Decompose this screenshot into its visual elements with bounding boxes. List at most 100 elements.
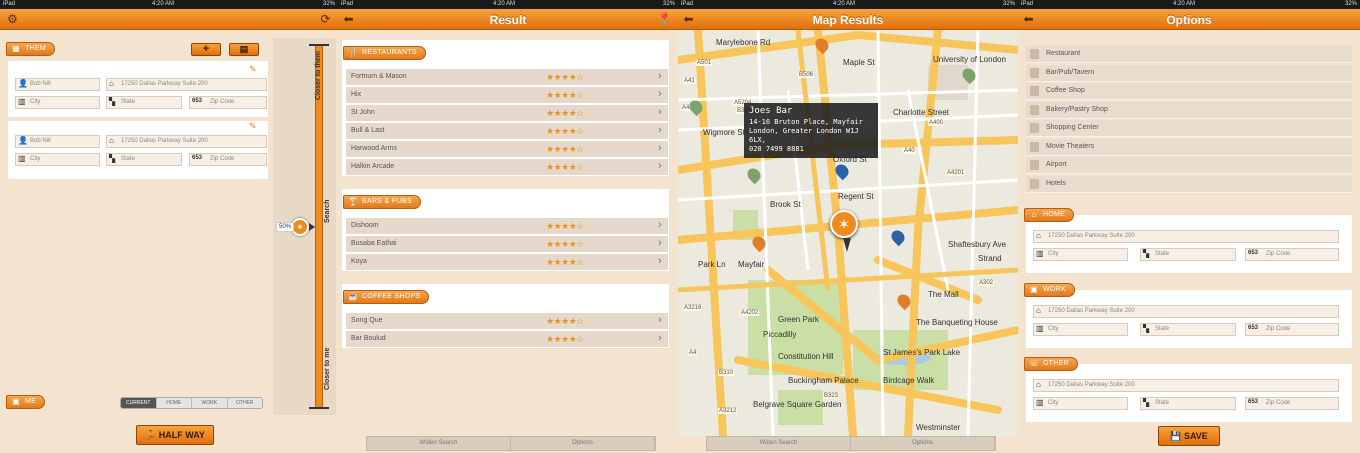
status-bar: iPad 4:20 AM 32% <box>678 0 1018 9</box>
carrier-label: iPad <box>1021 1 1034 7</box>
result-name: Harwood Arms <box>351 145 397 152</box>
category-row[interactable]: Bar/Pub/Tavern <box>1026 64 1352 82</box>
map-view[interactable]: Marylebone Rd A41 A501 A5204 B506 Maple St Uni… <box>678 30 1018 436</box>
address-card <box>1026 215 1352 273</box>
map-label: Mayfair <box>738 260 765 269</box>
category-row[interactable]: Restaurant <box>1026 46 1352 63</box>
zip-field[interactable]: 653 Zip Code <box>1245 397 1339 410</box>
category-label: Bakery/Pastry Shop <box>1046 105 1108 113</box>
address-field[interactable]: ⌂ 17250 Dallas Parkway Suite 200 <box>1033 305 1339 318</box>
state-field[interactable]: ▚ State <box>1140 397 1236 410</box>
result-row[interactable]: Halkin Arcade ★★★★☆ › <box>346 159 668 176</box>
gear-icon[interactable]: ⚙ <box>5 12 20 27</box>
result-row[interactable]: Hix ★★★★☆ › <box>346 87 668 104</box>
refresh-icon[interactable]: ⟳ <box>318 12 333 27</box>
map-label: A501 <box>696 60 713 66</box>
closer-to-them-label: Closer to them <box>315 50 322 100</box>
city-field[interactable]: ▥ City <box>1033 397 1128 410</box>
chevron-right-icon: › <box>658 219 662 231</box>
group-tag: ▣ WORK <box>1024 283 1075 297</box>
category-icon <box>1030 160 1039 170</box>
result-name: Bar Boulud <box>351 335 386 342</box>
address-field[interactable]: ⌂ 17250 Dallas Parkway Suite 200 <box>106 78 267 91</box>
midpoint-marker-icon[interactable]: ✶ <box>830 210 858 238</box>
zip-field[interactable]: 653 Zip Code <box>1245 323 1339 336</box>
battery-label: 32% <box>1002 1 1015 7</box>
options-button[interactable]: Options <box>511 437 655 450</box>
result-row[interactable]: Harwood Arms ★★★★☆ › <box>346 141 668 158</box>
address-field[interactable]: ⌂ 17250 Dallas Parkway Suite 200 <box>1033 230 1339 243</box>
save-button[interactable]: 💾 SAVE <box>1158 426 1220 446</box>
state-field[interactable]: ▚ State <box>106 96 182 109</box>
category-row[interactable]: Movie Theaters <box>1026 138 1352 156</box>
slider-panel: Closer to them Search Closer to me ✶ 50% <box>273 38 336 415</box>
map-popup[interactable]: Joes Bar 14-16 Bruton Place, Mayfair Lon… <box>744 103 878 158</box>
list-button[interactable]: ▤ <box>229 43 259 56</box>
category-row[interactable]: Bakery/Pastry Shop <box>1026 101 1352 119</box>
segment-other[interactable]: OTHER <box>226 398 262 408</box>
map-label: Marylebone Rd <box>716 38 771 47</box>
segment-home[interactable]: HOME <box>155 398 191 408</box>
map-label: B310 <box>718 370 735 376</box>
map-pin-icon[interactable]: 📍 <box>657 12 672 27</box>
category-row[interactable]: Airport <box>1026 157 1352 174</box>
category-row[interactable]: Hotels <box>1026 175 1352 193</box>
result-row[interactable]: Dishoom ★★★★☆ › <box>346 218 668 235</box>
group-icon: ▣ <box>1030 285 1038 294</box>
address-field[interactable]: ⌂ 17250 Dallas Parkway Suite 200 <box>106 135 267 148</box>
slider-bottom-cap <box>309 407 329 409</box>
category-row[interactable]: Coffee Shop <box>1026 83 1352 100</box>
runner-icon: 🏃 <box>145 430 159 440</box>
add-button[interactable]: + <box>191 43 221 56</box>
widen-search-button[interactable]: Widen Search <box>707 437 851 450</box>
city-field[interactable]: ▥ City <box>1033 323 1128 336</box>
me-label: ME <box>25 398 37 405</box>
edit-icon[interactable]: ✎ <box>249 64 257 75</box>
star-rating: ★★★★☆ <box>546 90 584 100</box>
slider-top-cap <box>309 44 329 46</box>
nav-bar: ⬅ Map Results <box>678 9 1018 30</box>
result-name: Koya <box>351 258 367 265</box>
zip-field[interactable]: 653 Zip Code <box>189 153 267 166</box>
city-placeholder: City <box>30 156 41 162</box>
chevron-right-icon: › <box>658 255 662 267</box>
chevron-right-icon: › <box>658 70 662 82</box>
halfway-button[interactable]: 🏃 HALF WAY <box>136 425 214 445</box>
star-rating: ★★★★☆ <box>546 239 584 249</box>
result-row[interactable]: Bar Boulud ★★★★☆ › <box>346 331 668 348</box>
state-field[interactable]: ▚ State <box>1140 323 1236 336</box>
state-field[interactable]: ▚ State <box>1140 248 1236 261</box>
halfway-label: HALF WAY <box>158 430 205 440</box>
category-row[interactable]: Shopping Center <box>1026 120 1352 137</box>
building-icon: ▥ <box>1036 249 1044 258</box>
zip-field[interactable]: 653 Zip Code <box>189 96 267 109</box>
edit-icon[interactable]: ✎ <box>249 121 257 132</box>
result-row[interactable]: Fortnum & Mason ★★★★☆ › <box>346 69 668 86</box>
zip-field[interactable]: 653 Zip Code <box>1245 248 1339 261</box>
zip-prefix: 653 <box>1248 325 1259 331</box>
name-field[interactable]: 👤 Bob Nill <box>15 135 100 148</box>
time-label: 4:20 AM <box>493 1 516 7</box>
result-name: Song Que <box>351 317 383 324</box>
city-field[interactable]: ▥ City <box>15 153 100 166</box>
result-row[interactable]: Song Que ★★★★☆ › <box>346 313 668 330</box>
map-label: University of London <box>933 55 1006 64</box>
result-row[interactable]: Busaba Eathai ★★★★☆ › <box>346 236 668 253</box>
name-field[interactable]: 👤 Bob Nill <box>15 78 100 91</box>
result-row[interactable]: Koya ★★★★☆ › <box>346 254 668 271</box>
result-row[interactable]: St John ★★★★☆ › <box>346 105 668 122</box>
address-card <box>1026 290 1352 348</box>
map-label: Charlotte Street <box>893 108 950 117</box>
divider <box>8 117 268 121</box>
state-field[interactable]: ▚ State <box>106 153 182 166</box>
city-field[interactable]: ▥ City <box>15 96 100 109</box>
zip-placeholder: Zip Code <box>210 156 235 162</box>
widen-search-button[interactable]: Widen Search <box>367 437 511 450</box>
segment-work[interactable]: WORK <box>191 398 227 408</box>
result-row[interactable]: Bull & Last ★★★★☆ › <box>346 123 668 140</box>
options-button[interactable]: Options <box>851 437 995 450</box>
city-field[interactable]: ▥ City <box>1033 248 1128 261</box>
status-bar: iPad 4:20 AM 32% <box>1018 0 1360 9</box>
segment-current[interactable]: CURRENT <box>121 398 156 408</box>
address-field[interactable]: ⌂ 17250 Dallas Parkway Suite 200 <box>1033 379 1339 392</box>
